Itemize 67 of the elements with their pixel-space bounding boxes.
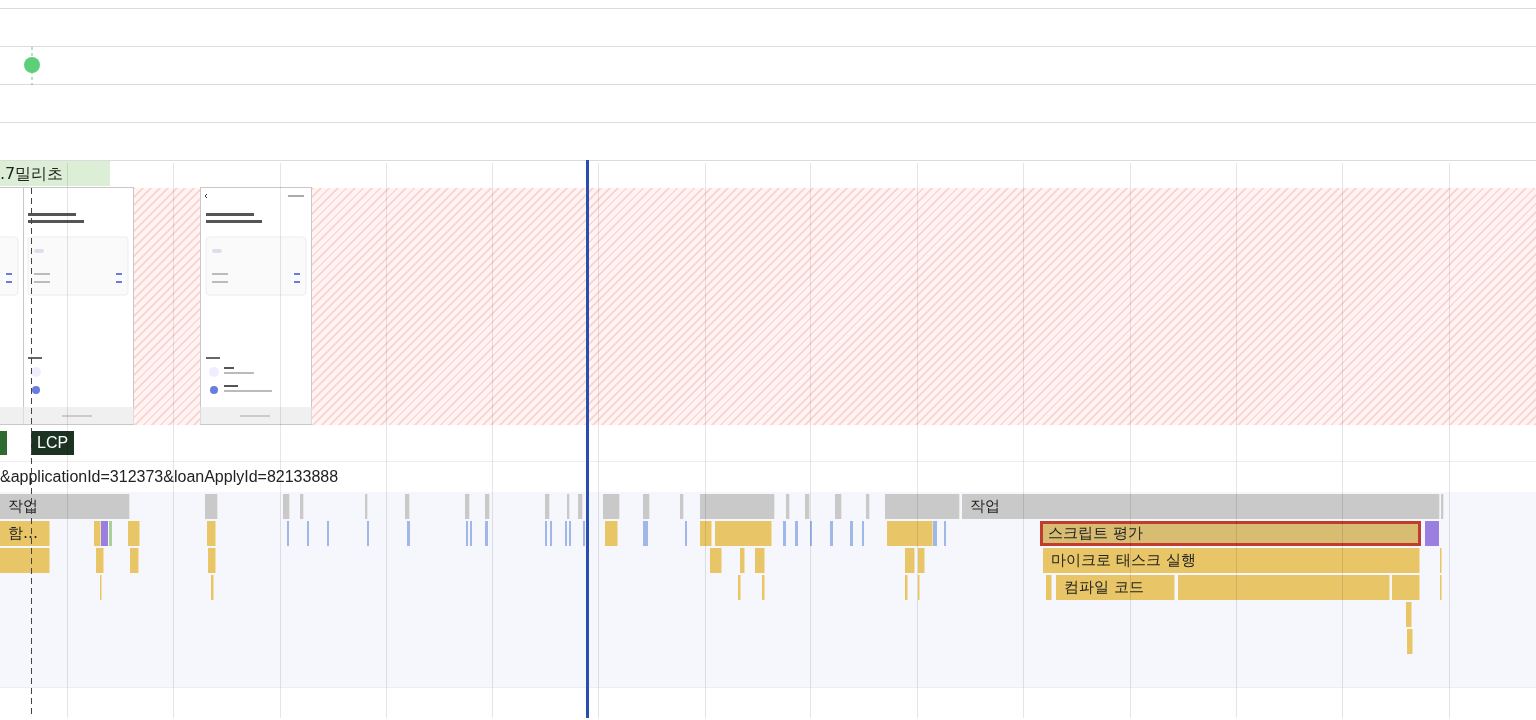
flame-entry[interactable]: 작업 — [962, 494, 1440, 519]
flame-bar[interactable] — [205, 494, 218, 519]
flame-bar[interactable] — [680, 494, 684, 519]
network-request-url: &applicationId=312373&loanApplyId=82133888 — [0, 468, 339, 486]
flame-bar[interactable] — [783, 521, 786, 546]
flame-bar[interactable] — [795, 521, 798, 546]
flame-bar[interactable] — [933, 521, 937, 546]
flame-bar[interactable] — [300, 494, 304, 519]
flame-bar[interactable] — [700, 521, 712, 546]
flame-bar[interactable] — [786, 494, 790, 519]
flame-bar[interactable] — [1407, 629, 1413, 654]
flame-bar[interactable] — [887, 521, 933, 546]
flame-entry[interactable]: 함… — [0, 521, 50, 546]
flame-bar[interactable] — [740, 548, 745, 573]
flame-bar[interactable] — [738, 575, 741, 600]
flame-bar[interactable] — [94, 521, 101, 546]
flame-bar[interactable] — [1178, 575, 1390, 600]
flame-bar[interactable] — [605, 521, 618, 546]
flame-bar[interactable] — [643, 521, 648, 546]
flame-bar[interactable] — [850, 521, 853, 546]
flame-bar[interactable] — [109, 521, 112, 546]
flame-bar[interactable] — [700, 494, 775, 519]
flame-bar[interactable] — [755, 548, 765, 573]
event-marker — [0, 431, 7, 455]
flame-entry[interactable]: 컴파일 코드 — [1056, 575, 1175, 600]
flame-bar[interactable] — [710, 548, 722, 573]
flame-bar[interactable] — [578, 494, 583, 519]
flame-bar[interactable] — [1425, 521, 1439, 546]
flame-bar[interactable] — [407, 521, 410, 546]
flame-bar[interactable] — [545, 494, 550, 519]
flame-bar[interactable] — [211, 575, 214, 600]
flame-entry[interactable]: 마이크로 태스크 실행 — [1043, 548, 1420, 573]
flame-bar[interactable] — [835, 494, 842, 519]
flame-bar[interactable] — [208, 548, 216, 573]
page-thumbnail-drawing[interactable] — [200, 187, 312, 425]
flame-bar[interactable] — [485, 494, 490, 519]
flame-bar[interactable] — [715, 521, 772, 546]
flame-bar[interactable] — [0, 548, 50, 573]
flame-bar[interactable] — [830, 521, 833, 546]
flame-bar[interactable] — [485, 521, 488, 546]
flame-bar[interactable] — [405, 494, 410, 519]
flame-bar[interactable] — [96, 548, 104, 573]
flame-bar[interactable] — [905, 575, 908, 600]
flame-bar[interactable] — [805, 494, 810, 519]
flame-bar[interactable] — [130, 548, 139, 573]
flame-bar[interactable] — [128, 521, 140, 546]
duration-label: .7밀리초 — [0, 161, 110, 186]
flame-bar[interactable] — [866, 494, 870, 519]
flame-bar[interactable] — [207, 521, 216, 546]
flame-bar[interactable] — [762, 575, 765, 600]
flame-bar[interactable] — [643, 494, 650, 519]
lcp-marker: LCP — [31, 431, 75, 455]
event-marker-icon — [23, 47, 41, 85]
flame-bar[interactable] — [465, 494, 470, 519]
flame-bar[interactable] — [885, 494, 960, 519]
flame-bar[interactable] — [567, 494, 570, 519]
flame-bar[interactable] — [603, 494, 620, 519]
flame-bar[interactable] — [918, 548, 925, 573]
flame-entry[interactable]: 스크립트 평가 — [1040, 521, 1421, 546]
flame-entry[interactable]: 작업 — [0, 494, 130, 519]
flame-bar[interactable] — [101, 521, 108, 546]
flame-bar[interactable] — [283, 494, 290, 519]
flame-bar[interactable] — [1406, 602, 1412, 627]
flame-bar[interactable] — [1046, 575, 1052, 600]
flame-bar[interactable] — [905, 548, 915, 573]
flame-bar[interactable] — [365, 494, 368, 519]
flame-bar[interactable] — [1392, 575, 1420, 600]
